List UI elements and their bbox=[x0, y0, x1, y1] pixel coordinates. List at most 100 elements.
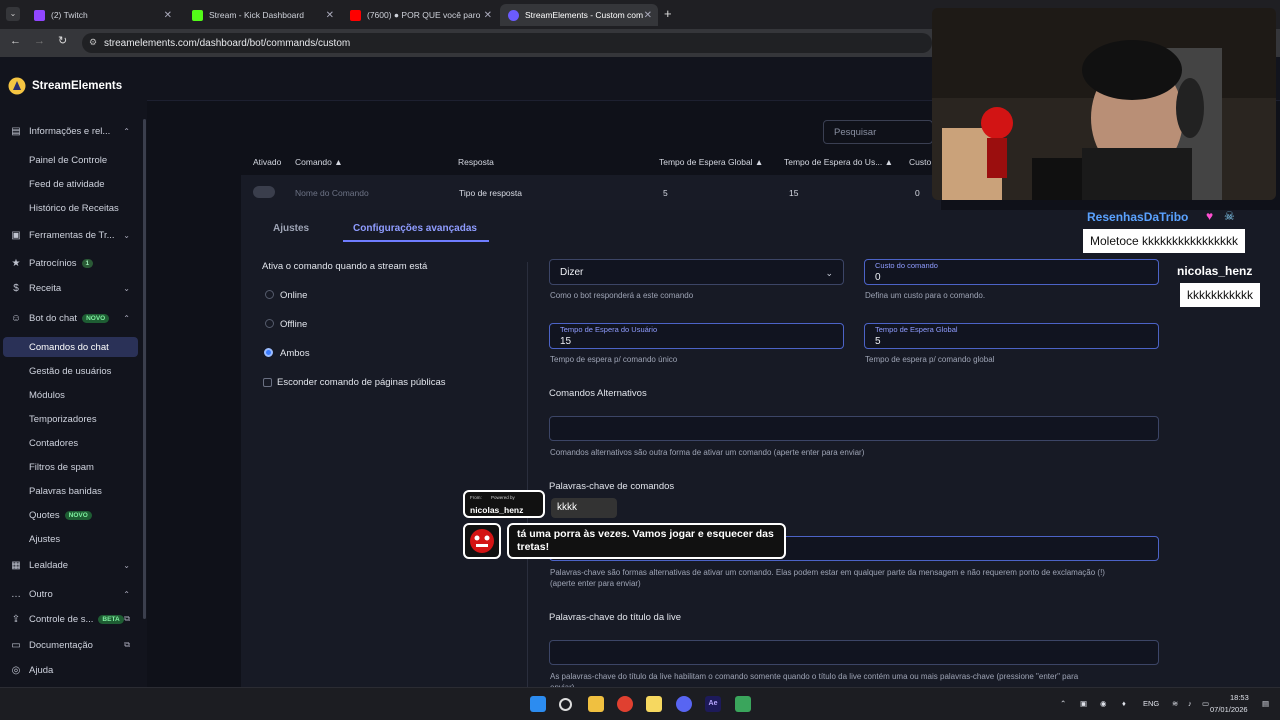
sidebar-scrollbar[interactable] bbox=[143, 119, 146, 619]
folder-icon[interactable] bbox=[588, 696, 604, 712]
chat-message-1: Moletoce kkkkkkkkkkkkkkkk bbox=[1083, 229, 1246, 253]
cost-field[interactable]: Custo do comando 0 bbox=[864, 259, 1159, 285]
language-indicator[interactable]: ENG bbox=[1143, 699, 1159, 708]
keywords-hint: Palavras-chave são formas alternativas d… bbox=[550, 568, 1105, 577]
radio-online-label[interactable]: Online bbox=[280, 290, 307, 301]
sidebar-item-counters[interactable]: Contadores bbox=[0, 433, 140, 453]
sidebar-item-chat-commands[interactable]: Comandos do chat bbox=[3, 337, 138, 357]
user-cooldown-field[interactable]: Tempo de Espera do Usuário 15 bbox=[549, 323, 844, 349]
tray-app-icon[interactable]: ▣ bbox=[1080, 699, 1087, 708]
url-field[interactable]: ⚙ streamelements.com/dashboard/bot/comma… bbox=[82, 33, 932, 53]
sidebar-item-help[interactable]: ◎ Ajuda bbox=[0, 660, 140, 680]
tab-settings[interactable]: Ajustes bbox=[273, 223, 309, 234]
sidebar-item-label: Palavras banidas bbox=[29, 485, 102, 497]
app-icon[interactable] bbox=[735, 696, 751, 712]
hide-public-checkbox[interactable] bbox=[263, 378, 272, 387]
battery-icon[interactable]: ▭ bbox=[1202, 699, 1209, 708]
response-type-select[interactable]: Dizer ⌄ bbox=[549, 259, 844, 285]
aliases-input[interactable] bbox=[549, 416, 1159, 441]
sidebar-item-revenue-history[interactable]: Histórico de Receitas bbox=[0, 198, 140, 218]
start-icon[interactable] bbox=[530, 696, 546, 712]
tab-kick[interactable]: Stream - Kick Dashboard ✕ bbox=[184, 4, 340, 26]
close-icon[interactable]: ✕ bbox=[484, 10, 492, 21]
clock-date[interactable]: 07/01/2026 bbox=[1210, 705, 1248, 714]
header-cost[interactable]: Custo bbox=[909, 157, 931, 167]
radio-both[interactable] bbox=[264, 348, 273, 357]
chrome-icon[interactable] bbox=[617, 696, 633, 712]
sidebar-item-label: Ajuda bbox=[29, 664, 54, 676]
sidebar-item-stream-control[interactable]: ⇪ Controle de s... BETA ⧉ bbox=[0, 609, 140, 629]
radio-both-label[interactable]: Ambos bbox=[280, 348, 310, 359]
sidebar-item-chatbot[interactable]: ☺ Bot do chat NOVO ⌃ bbox=[0, 308, 140, 328]
chevron-down-icon: ⌄ bbox=[123, 230, 130, 240]
brand[interactable]: StreamElements bbox=[8, 77, 122, 95]
clock-time[interactable]: 18:53 bbox=[1230, 693, 1249, 702]
back-icon[interactable]: ← bbox=[10, 35, 21, 47]
sidebar-item-banned-words[interactable]: Palavras banidas bbox=[0, 481, 140, 501]
radio-offline[interactable] bbox=[265, 319, 274, 328]
sidebar-item-settings[interactable]: Ajustes bbox=[0, 529, 140, 549]
reload-icon[interactable]: ↻ bbox=[58, 34, 67, 47]
sidebar-item-loyalty[interactable]: ▦ Lealdade ⌄ bbox=[0, 555, 140, 575]
global-cooldown-value: 5 bbox=[663, 188, 668, 198]
tab-streamelements[interactable]: StreamElements - Custom comm ✕ bbox=[500, 4, 658, 26]
tts-alert-header: From: Powered by nicolas_henz bbox=[463, 490, 545, 518]
volume-icon[interactable]: ♪ bbox=[1188, 699, 1192, 708]
hide-public-label[interactable]: Esconder comando de páginas públicas bbox=[277, 377, 445, 388]
radio-offline-label[interactable]: Offline bbox=[280, 319, 307, 330]
close-icon[interactable]: ✕ bbox=[644, 10, 652, 21]
sidebar-item-tools[interactable]: ▣ Ferramentas de Tr... ⌄ bbox=[0, 225, 140, 245]
header-global-cooldown[interactable]: Tempo de Espera Global ▲ bbox=[659, 157, 763, 167]
new-badge: NOVO bbox=[64, 510, 92, 520]
brand-name: StreamElements bbox=[32, 80, 123, 92]
sidebar-item-activity-feed[interactable]: Feed de atividade bbox=[0, 174, 140, 194]
tab-list-button[interactable]: ⌄ bbox=[6, 7, 20, 21]
sidebar-item-label: Contadores bbox=[29, 437, 79, 449]
tab-advanced-settings[interactable]: Configurações avançadas bbox=[353, 223, 477, 234]
sidebar-item-sponsorships[interactable]: ★ Patrocínios 1 bbox=[0, 253, 140, 273]
streamelements-icon bbox=[508, 9, 519, 21]
forward-icon[interactable]: → bbox=[34, 35, 45, 47]
title-keywords-input[interactable] bbox=[549, 640, 1159, 665]
header-user-cooldown[interactable]: Tempo de Espera do Us... ▲ bbox=[784, 157, 893, 167]
enabled-toggle[interactable] bbox=[253, 186, 275, 198]
notes-icon[interactable] bbox=[646, 696, 662, 712]
radio-online[interactable] bbox=[265, 290, 274, 299]
tray-discord-icon[interactable]: ◉ bbox=[1100, 699, 1107, 708]
sidebar-item-timers[interactable]: Temporizadores bbox=[0, 409, 140, 429]
search-input[interactable]: Pesquisar bbox=[823, 120, 933, 144]
discord-icon[interactable] bbox=[676, 696, 692, 712]
site-info-icon[interactable]: ⚙ bbox=[89, 37, 97, 48]
sidebar-item-user-management[interactable]: Gestão de usuários bbox=[0, 361, 140, 381]
header-enabled[interactable]: Ativado bbox=[253, 157, 281, 167]
close-icon[interactable]: ✕ bbox=[326, 10, 334, 21]
tray-mic-icon[interactable]: ♦ bbox=[1122, 699, 1126, 708]
sidebar-item-info[interactable]: ▤ Informações e rel... ⌃ bbox=[0, 121, 140, 141]
sidebar-item-label: Módulos bbox=[29, 389, 65, 401]
global-cooldown-field[interactable]: Tempo de Espera Global 5 bbox=[864, 323, 1159, 349]
sidebar-item-spam-filters[interactable]: Filtros de spam bbox=[0, 457, 140, 477]
header-command[interactable]: Comando ▲ bbox=[295, 157, 343, 167]
external-link-icon: ⧉ bbox=[124, 640, 130, 649]
sidebar-item-modules[interactable]: Módulos bbox=[0, 385, 140, 405]
header-response[interactable]: Resposta bbox=[458, 157, 494, 167]
cost-field-value: 0 bbox=[875, 272, 881, 283]
tab-twitch[interactable]: (2) Twitch ✕ bbox=[26, 4, 178, 26]
sidebar-item-revenue[interactable]: $ Receita ⌄ bbox=[0, 278, 140, 298]
tray-chevron-icon[interactable]: ⌃ bbox=[1060, 699, 1066, 708]
sidebar-item-quotes[interactable]: Quotes NOVO bbox=[0, 505, 140, 525]
wifi-icon[interactable]: ≋ bbox=[1172, 699, 1178, 708]
response-type-value: Dizer bbox=[560, 267, 584, 278]
sidebar-item-documentation[interactable]: ▭ Documentação ⧉ bbox=[0, 635, 140, 655]
new-tab-button[interactable]: + bbox=[664, 6, 672, 21]
tab-youtube[interactable]: (7600) ● POR QUE você paro ✕ bbox=[342, 4, 498, 26]
sidebar-item-other[interactable]: … Outro ⌃ bbox=[0, 584, 140, 604]
after-effects-icon[interactable]: Ae bbox=[705, 696, 721, 712]
close-icon[interactable]: ✕ bbox=[164, 10, 172, 21]
beta-badge: BETA bbox=[98, 614, 124, 624]
sidebar-item-dashboard[interactable]: Painel de Controle bbox=[0, 150, 140, 170]
search-icon[interactable] bbox=[559, 698, 572, 711]
keywords-title: Palavras-chave de comandos bbox=[549, 481, 675, 492]
notification-icon[interactable]: ▤ bbox=[1262, 699, 1269, 708]
tab-label: (7600) ● POR QUE você paro bbox=[367, 10, 481, 20]
